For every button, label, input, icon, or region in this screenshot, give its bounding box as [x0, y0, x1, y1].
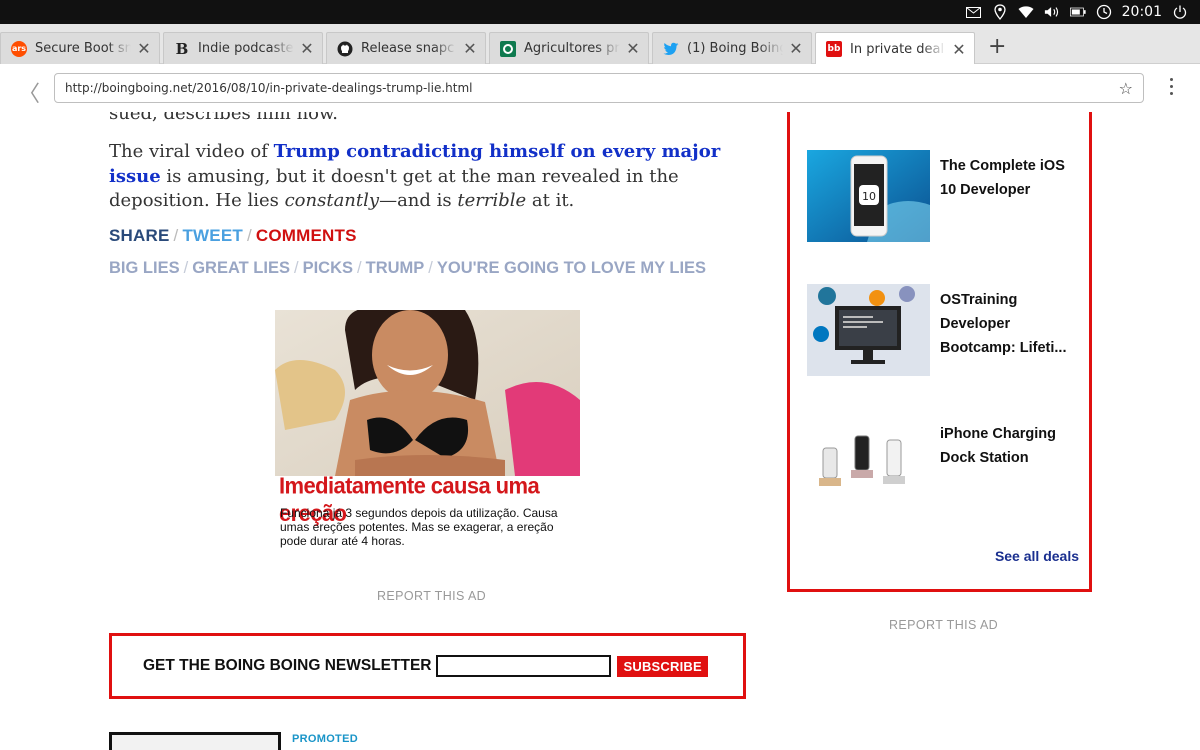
tab-title: Release snapc [361, 41, 455, 56]
location-icon[interactable] [992, 4, 1008, 20]
emphasis-text: constantly [284, 190, 380, 211]
tab-title: (1) Boing Boing [687, 41, 783, 56]
paragraph-text: at it. [526, 190, 575, 211]
article-partial-line: sued, describes him now. [109, 112, 338, 124]
separator: / [357, 259, 362, 277]
web-page: sued, describes him now. The viral video… [0, 112, 1200, 750]
tag-link[interactable]: YOU'RE GOING TO LOVE MY LIES [437, 259, 706, 277]
paragraph-text: The viral video of [109, 141, 274, 162]
bookmark-star-icon[interactable]: ☆ [1119, 79, 1133, 98]
tag-link[interactable]: BIG LIES [109, 259, 180, 277]
tab-agricultores[interactable]: Agricultores pr ✕ [489, 32, 649, 64]
boing-boing-favicon-icon: bb [826, 41, 842, 57]
twitter-bird-icon [663, 41, 679, 57]
report-ad-link[interactable]: REPORT THIS AD [377, 589, 486, 603]
close-tab-icon[interactable]: ✕ [300, 39, 314, 58]
deal-title[interactable]: iPhone Charging Dock Station [940, 422, 1075, 470]
clock-time[interactable]: 20:01 [1122, 4, 1162, 20]
close-tab-icon[interactable]: ✕ [789, 39, 803, 58]
separator: / [173, 226, 179, 245]
wifi-icon[interactable] [1018, 4, 1034, 20]
paragraph-text: —and is [379, 190, 458, 211]
ios-10-phone-icon[interactable]: 10 [807, 150, 930, 242]
newsletter-signup: GET THE BOING BOING NEWSLETTER SUBSCRIBE [109, 633, 746, 699]
tweet-link[interactable]: TWEET [182, 226, 243, 245]
blackletter-b-favicon-icon: B [175, 39, 189, 58]
agricultores-favicon-icon [500, 40, 516, 57]
emphasis-text: terrible [457, 190, 527, 211]
close-tab-icon[interactable]: ✕ [952, 40, 966, 59]
report-ad-link[interactable]: REPORT THIS AD [889, 618, 998, 632]
close-tab-icon[interactable]: ✕ [626, 39, 640, 58]
tab-in-private-dealings[interactable]: bb In private deal ✕ [815, 32, 975, 65]
ars-technica-favicon-icon: ars [11, 40, 27, 57]
comments-link[interactable]: COMMENTS [256, 226, 357, 245]
separator: / [428, 259, 433, 277]
subscribe-button[interactable]: SUBSCRIBE [617, 655, 708, 677]
tab-indie-podcaster[interactable]: B Indie podcaste ✕ [163, 32, 323, 64]
promoted-thumbnail[interactable] [109, 732, 281, 750]
see-all-deals-link[interactable]: See all deals [995, 548, 1079, 564]
navigation-bar: 〈 http://boingboing.net/2016/08/10/in-pr… [0, 64, 1200, 112]
tag-link[interactable]: PICKS [303, 259, 353, 277]
tab-twitter-boing-boing[interactable]: (1) Boing Boing ✕ [652, 32, 812, 64]
battery-icon[interactable] [1069, 4, 1086, 20]
ad-body-text[interactable]: Funciona já 3 segundos depois da utiliza… [280, 506, 570, 548]
separator: / [183, 259, 189, 277]
close-tab-icon[interactable]: ✕ [137, 39, 151, 58]
system-status-bar: 20:01 [0, 0, 1200, 24]
new-tab-plus-icon[interactable]: + [988, 36, 1006, 58]
ad-photo[interactable] [275, 310, 580, 476]
charging-dock-icon[interactable] [807, 418, 930, 510]
tab-release-snapcraft[interactable]: Release snapc ✕ [326, 32, 486, 64]
svg-text:10: 10 [862, 190, 876, 203]
deal-item[interactable]: iPhone Charging Dock Station [807, 418, 1087, 510]
tab-title: In private deal [850, 41, 945, 57]
deal-title[interactable]: The Complete iOS 10 Developer [940, 154, 1075, 202]
newsletter-email-input[interactable] [436, 655, 612, 677]
separator: / [246, 226, 252, 245]
developer-monitor-icon[interactable] [807, 284, 930, 376]
tag-link[interactable]: GREAT LIES [192, 259, 290, 277]
promoted-label: PROMOTED [292, 733, 358, 745]
deal-item[interactable]: OSTraining Developer Bootcamp: Lifeti... [807, 284, 1087, 376]
browser-tab-strip: ars Secure Boot sn ✕ B Indie podcaste ✕ … [0, 24, 1200, 65]
power-icon[interactable] [1172, 4, 1188, 20]
volume-icon[interactable] [1044, 4, 1060, 20]
article-paragraph: The viral video of Trump contradicting h… [109, 140, 729, 214]
alarm-icon[interactable] [1096, 4, 1112, 20]
tab-title: Secure Boot sn [35, 41, 131, 56]
url-text[interactable]: http://boingboing.net/2016/08/10/in-priv… [65, 81, 1119, 95]
deal-title[interactable]: OSTraining Developer Bootcamp: Lifeti... [940, 288, 1075, 360]
close-tab-icon[interactable]: ✕ [463, 39, 477, 58]
newsletter-label: GET THE BOING BOING NEWSLETTER [143, 657, 432, 674]
tab-title: Agricultores pr [524, 41, 620, 56]
back-chevron-icon[interactable]: 〈 [18, 76, 40, 108]
address-bar[interactable]: http://boingboing.net/2016/08/10/in-priv… [54, 73, 1144, 103]
overflow-menu-icon[interactable] [1166, 78, 1176, 95]
tag-link[interactable]: TRUMP [366, 259, 425, 277]
github-favicon-icon [337, 41, 353, 57]
tab-title: Indie podcaste [198, 41, 294, 56]
deal-item[interactable]: 10 The Complete iOS 10 Developer [807, 150, 1087, 242]
mail-icon[interactable] [966, 4, 982, 20]
deals-sidebar: 10 The Complete iOS 10 Developer OSTrain… [787, 112, 1092, 592]
advertisement[interactable]: Imediatamente causa uma ereção Funciona … [275, 310, 580, 556]
tag-links: BIG LIES / GREAT LIES / PICKS / TRUMP / YOU'RE G… [109, 259, 706, 278]
separator: / [293, 259, 299, 277]
share-links: SHARE / TWEET / COMMENTS [109, 226, 357, 246]
tab-secure-boot[interactable]: ars Secure Boot sn ✕ [0, 32, 160, 64]
share-link[interactable]: SHARE [109, 226, 170, 245]
